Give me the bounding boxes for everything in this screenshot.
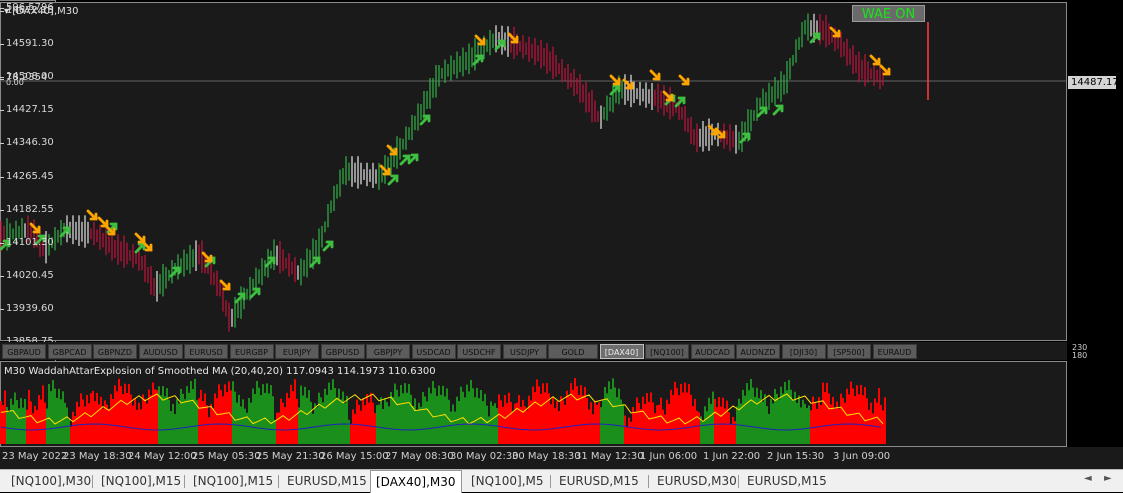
tab-separator (550, 475, 551, 488)
time-label: 1 Jun 06:00 (640, 451, 698, 462)
indicator-title: M30 WaddahAttarExplosion of Smoothed MA … (4, 366, 436, 377)
tab-separator (648, 475, 649, 488)
chart-tab[interactable]: EURUSD,M30 (652, 472, 742, 491)
wae-histogram (0, 378, 886, 444)
chart-tab[interactable]: [NQ100],M15 (188, 472, 278, 491)
time-label: 25 May 05:30 (192, 451, 261, 462)
chart-tab[interactable]: EURUSD,M15 (554, 472, 644, 491)
time-label: 27 May 08:30 (385, 451, 454, 462)
current-price-tag: 14487.17 (1068, 76, 1119, 89)
chart-tab-bar: ◄ ► [NQ100],M30 [NQ100],M15 [NQ100],M15 EUR… (0, 469, 1123, 493)
tab-separator (738, 475, 739, 488)
chart-tab[interactable]: [NQ100],M30 (6, 472, 96, 491)
indicator-canvas[interactable] (0, 0, 1067, 450)
chart-tab[interactable]: EURUSD,M15 (282, 472, 372, 491)
time-label: 2 Jun 15:30 (767, 451, 825, 462)
tab-scroll-right-icon[interactable]: ► (1104, 473, 1112, 484)
tab-scroll-left-icon[interactable]: ◄ (1084, 473, 1092, 484)
time-label: 31 May 12:30 (575, 451, 644, 462)
strip-label-bottom: 180 (1072, 351, 1088, 360)
tab-separator (92, 475, 93, 488)
tab-separator (184, 475, 185, 488)
chart-tab[interactable]: [NQ100],M15 (96, 472, 186, 491)
time-label: 3 Jun 09:00 (833, 451, 891, 462)
time-label: 30 May 18:30 (512, 451, 581, 462)
time-label: 26 May 15:00 (320, 451, 389, 462)
time-label: 25 May 21:30 (256, 451, 325, 462)
indicator-axis-top: 596.5796 (6, 2, 54, 13)
terminal-window: ▾ [DAX40],M30 WAE ON 14672.15 14591.30 145… (0, 0, 1123, 493)
time-axis[interactable]: 23 May 2022 23 May 18:30 24 May 12:00 25 Ma… (0, 447, 1123, 469)
indicator-axis-bottom: 0.00 (6, 78, 24, 87)
time-label: 30 May 02:30 (450, 451, 519, 462)
chart-tab[interactable]: EURUSD,M15 (742, 472, 832, 491)
chart-tab[interactable]: [NQ100],M5 (466, 472, 549, 491)
time-label: 23 May 2022 (2, 451, 68, 462)
time-label: 23 May 18:30 (63, 451, 132, 462)
tab-separator (278, 475, 279, 488)
time-label: 24 May 12:00 (128, 451, 197, 462)
chart-tab[interactable]: [DAX40],M30 (370, 470, 462, 493)
time-label: 1 Jun 22:00 (703, 451, 761, 462)
